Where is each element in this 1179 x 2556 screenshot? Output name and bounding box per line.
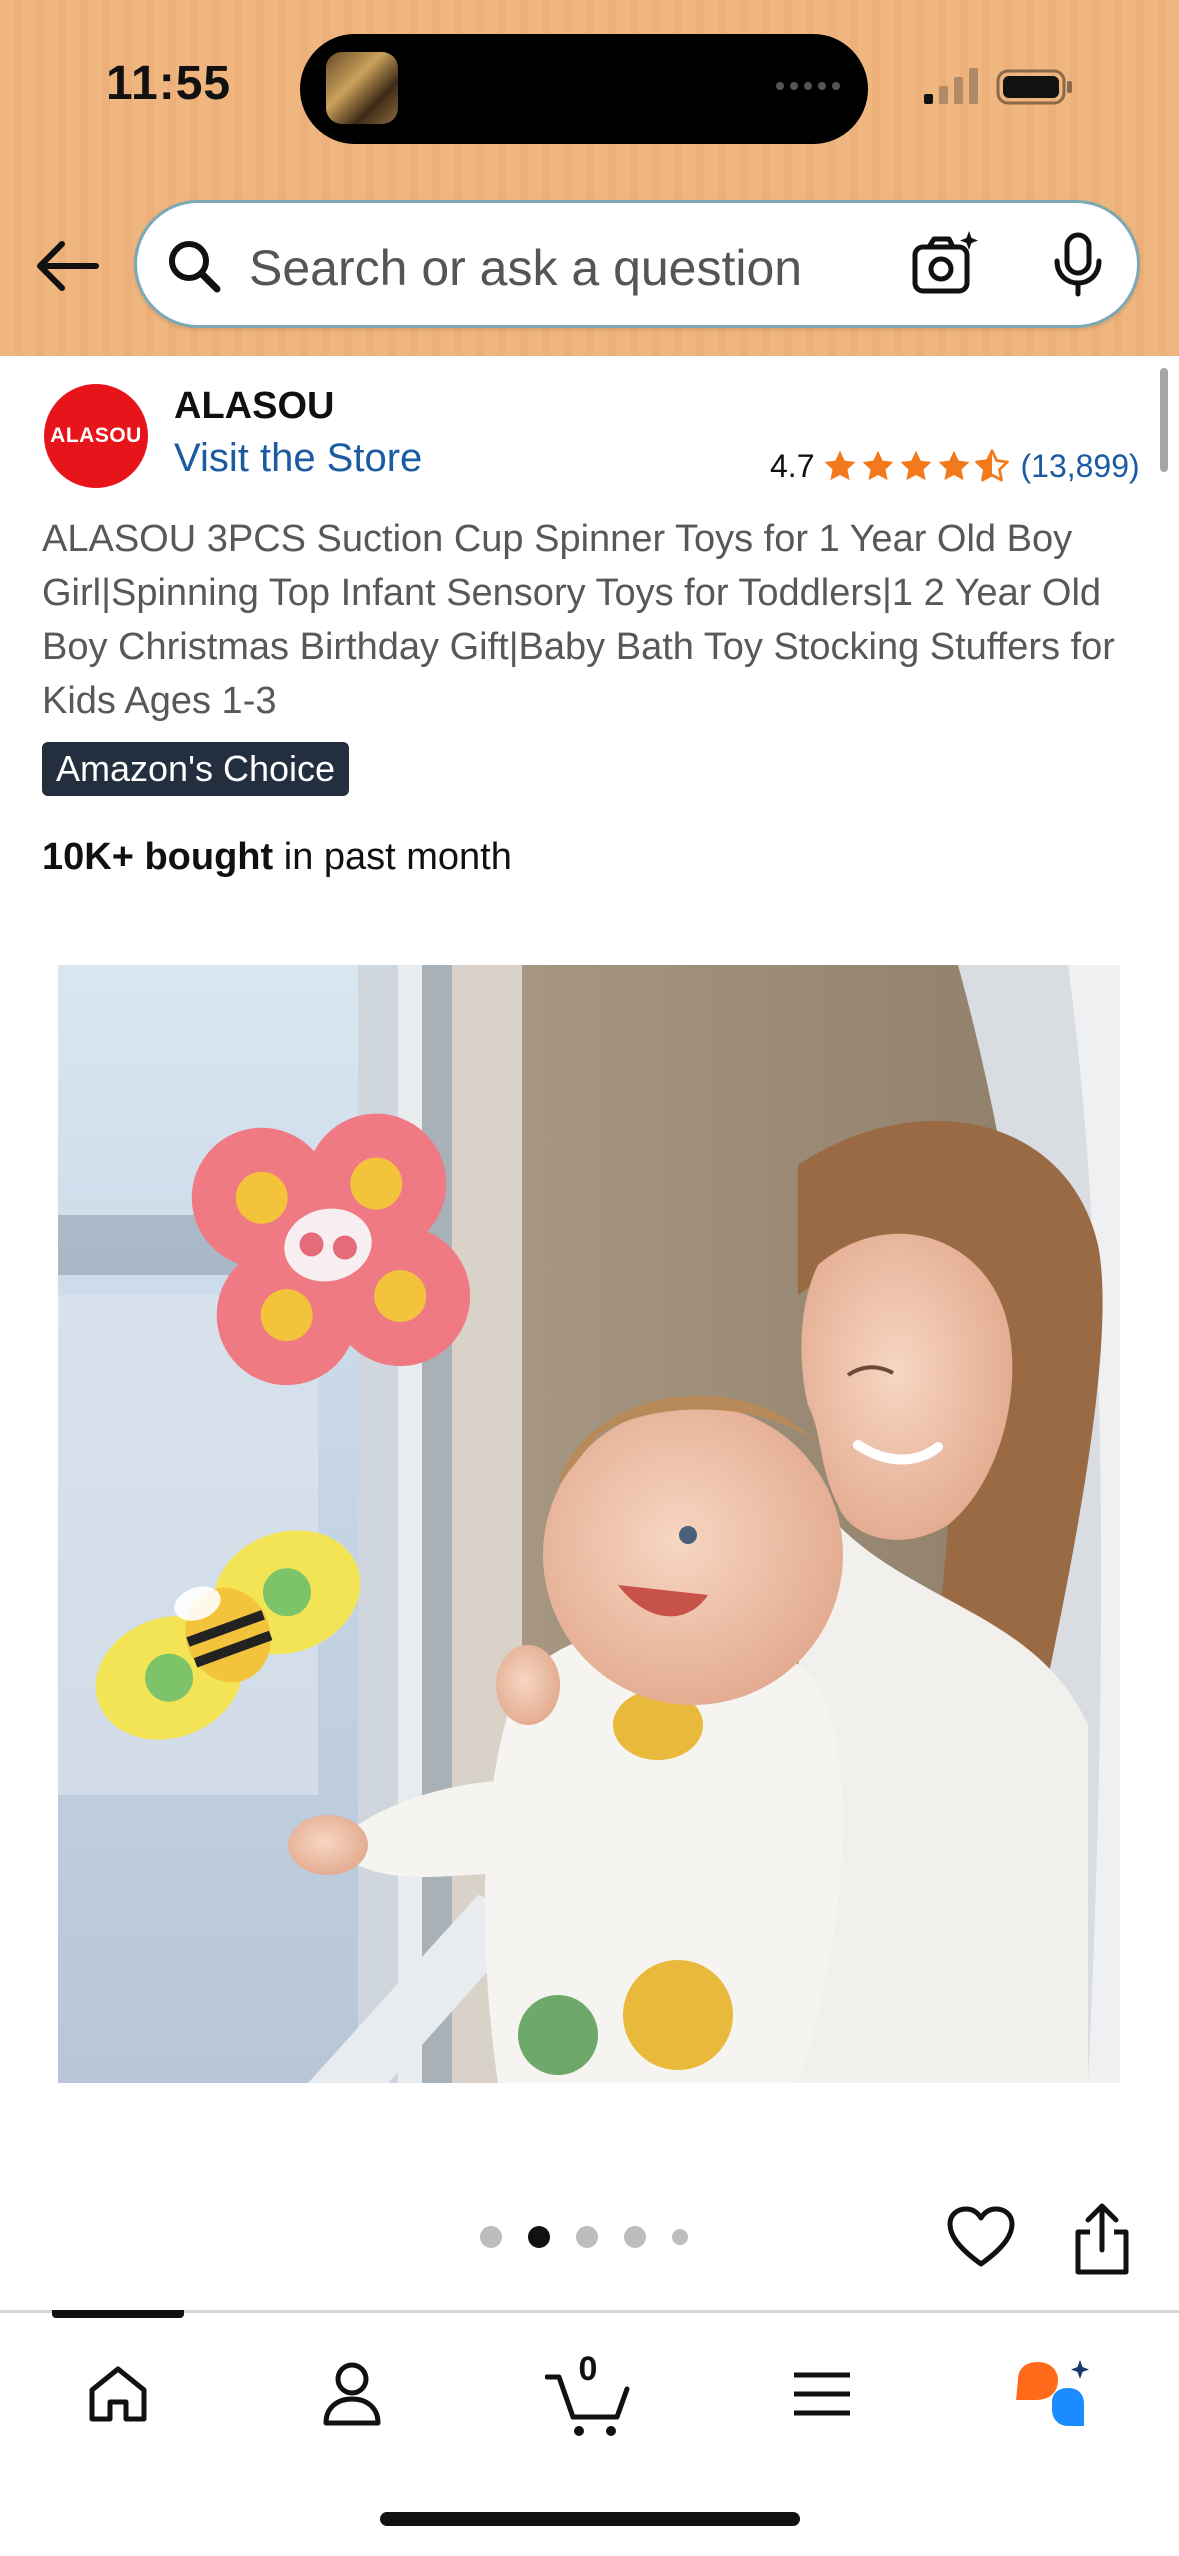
- rating-value: 4.7: [770, 447, 815, 484]
- star-half-icon: [975, 449, 1010, 482]
- product-image[interactable]: [58, 965, 1120, 2083]
- nav-home[interactable]: [68, 2344, 168, 2444]
- carousel-indicator[interactable]: [480, 2226, 688, 2248]
- nav-rufus[interactable]: [1004, 2344, 1104, 2444]
- carousel-dot[interactable]: [576, 2226, 598, 2248]
- amazons-choice-badge[interactable]: Amazon's Choice: [42, 742, 349, 796]
- account-icon: [323, 2362, 381, 2426]
- brand-name: ALASOU: [174, 385, 335, 427]
- star-full-icon: [901, 450, 932, 481]
- dynamic-island: [300, 34, 868, 144]
- share-icon[interactable]: [1070, 2202, 1134, 2276]
- rufus-assistant-icon: [1016, 2360, 1089, 2426]
- carousel-dot[interactable]: [672, 2229, 688, 2245]
- menu-icon: [794, 2372, 850, 2416]
- purchase-count-bold: 10K+ bought: [42, 836, 274, 878]
- heart-icon[interactable]: [946, 2206, 1016, 2270]
- nav-account[interactable]: [302, 2344, 402, 2444]
- battery-icon: [996, 69, 1072, 105]
- nav-cart[interactable]: 0: [538, 2344, 638, 2444]
- nav-active-indicator: [52, 2310, 184, 2318]
- star-full-icon: [939, 450, 970, 481]
- home-icon: [89, 2366, 147, 2422]
- cellular-signal-icon: [924, 68, 978, 104]
- carousel-dot[interactable]: [480, 2226, 502, 2248]
- search-input[interactable]: Search or ask a question: [249, 239, 802, 297]
- purchase-count: 10K+ bought in past month: [42, 836, 512, 879]
- status-time: 11:55: [106, 57, 232, 110]
- audio-waveform-icon: [776, 82, 840, 90]
- rating-summary[interactable]: 4.7 (13,899): [770, 444, 1140, 488]
- product-title: ALASOU 3PCS Suction Cup Spinner Toys for…: [42, 518, 1115, 722]
- now-playing-artwork[interactable]: [326, 52, 398, 124]
- star-full-icon: [825, 450, 856, 481]
- carousel-dot[interactable]: [624, 2226, 646, 2248]
- search-bar[interactable]: Search or ask a question: [134, 200, 1140, 328]
- back-arrow-icon[interactable]: [32, 236, 100, 296]
- scrollbar[interactable]: [1160, 368, 1168, 472]
- search-icon: [169, 241, 221, 293]
- star-full-icon: [863, 450, 894, 481]
- visit-store-link[interactable]: Visit the Store: [174, 436, 422, 481]
- brand-logo[interactable]: ALASOU: [44, 384, 148, 488]
- star-rating-icon: [822, 448, 1010, 484]
- review-count-link[interactable]: (13,899): [1020, 448, 1139, 485]
- cart-count: 0: [578, 2350, 598, 2388]
- microphone-icon[interactable]: [1049, 231, 1107, 297]
- nav-menu[interactable]: [772, 2344, 872, 2444]
- home-indicator[interactable]: [380, 2512, 800, 2526]
- camera-search-icon[interactable]: [909, 229, 979, 299]
- purchase-count-rest: in past month: [273, 836, 512, 878]
- header: 11:55 Search or ask a question: [0, 0, 1179, 356]
- carousel-dot-active[interactable]: [528, 2226, 550, 2248]
